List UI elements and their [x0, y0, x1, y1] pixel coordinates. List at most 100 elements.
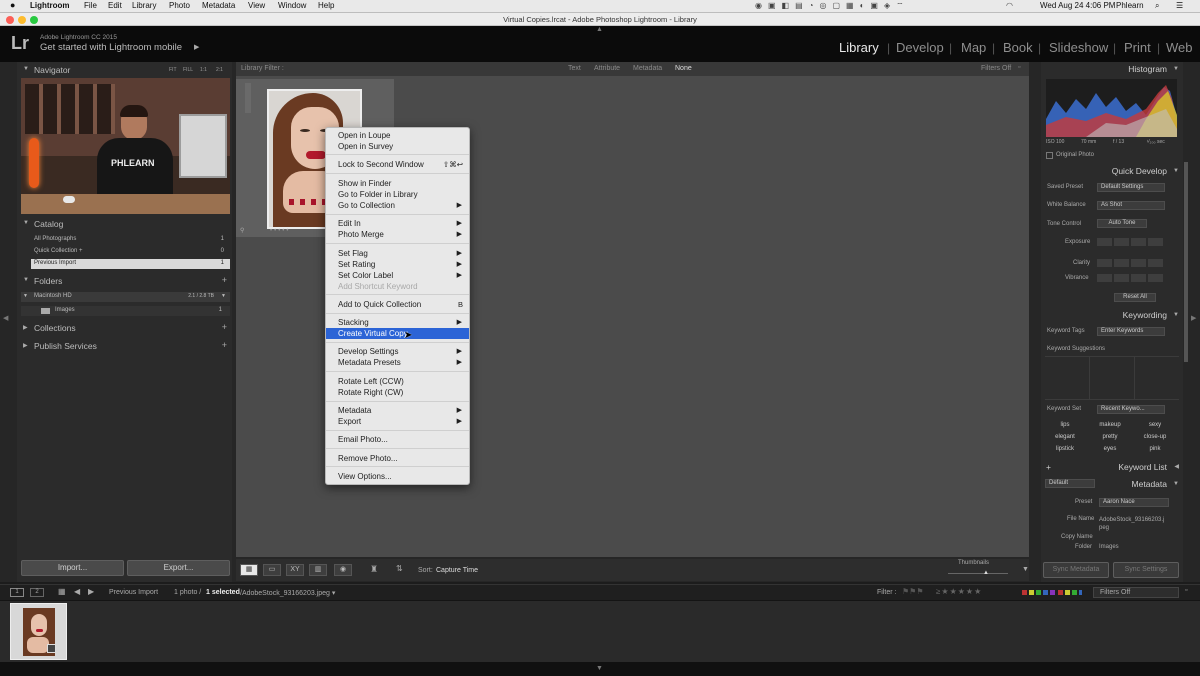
reset-all-button[interactable]: Reset All — [1114, 293, 1156, 302]
filter-none[interactable]: None — [675, 65, 692, 72]
right-panel-toggle-icon[interactable]: ▶ — [1191, 314, 1196, 322]
catalog-item[interactable]: Quick Collection + 0 — [17, 247, 232, 257]
menu-remove-photo[interactable]: Remove Photo... — [326, 453, 469, 464]
forward-arrow-icon[interactable]: ▶ — [88, 587, 94, 596]
menu-show-in-finder[interactable]: Show in Finder — [326, 178, 469, 189]
menu-metadata[interactable]: Metadata — [202, 1, 235, 10]
original-photo-checkbox[interactable] — [1046, 152, 1053, 159]
wifi-icon[interactable]: ◠ — [1006, 1, 1013, 10]
catalog-header[interactable]: ▼ Catalog — [17, 217, 232, 232]
notification-icon[interactable]: ☰ — [1176, 1, 1183, 10]
menu-metadata[interactable]: Metadata ▶ — [326, 405, 469, 416]
menu-view[interactable]: View — [248, 1, 265, 10]
volume-dropdown-icon[interactable]: ▼ — [221, 293, 226, 299]
compare-view-button[interactable]: XY — [286, 564, 304, 576]
keyword-pink[interactable]: pink — [1135, 446, 1175, 452]
catalog-item-selected[interactable]: Previous Import 1 — [31, 259, 230, 269]
keyword-pretty[interactable]: pretty — [1090, 434, 1130, 440]
apple-menu-icon[interactable]: ● — [10, 0, 15, 10]
quick-develop-header[interactable]: Quick Develop ▼ — [1041, 164, 1183, 178]
menu-export[interactable]: Export ▶ — [326, 416, 469, 427]
module-library[interactable]: Library — [839, 40, 879, 55]
bottom-collapse-icon[interactable]: ▼ — [596, 665, 603, 672]
menu-edit[interactable]: Edit — [108, 1, 122, 10]
volume-row[interactable]: ▼ Macintosh HD 2.1 / 2.8 TB ▼ — [21, 292, 230, 302]
keyword-suggestions-grid[interactable] — [1045, 356, 1179, 400]
grid-shortcut-icon[interactable]: ▦ — [58, 587, 66, 596]
module-develop[interactable]: Develop — [896, 40, 944, 55]
clock[interactable]: Wed Aug 24 4:06 PM — [1040, 1, 1115, 10]
menu-view-options[interactable]: View Options... — [326, 471, 469, 482]
toolbar-menu-icon[interactable]: ▼ — [1022, 566, 1029, 573]
menu-photo[interactable]: Photo — [169, 1, 190, 10]
loupe-view-button[interactable]: ▭ — [263, 564, 281, 576]
menu-photo-merge[interactable]: Photo Merge ▶ — [326, 229, 469, 240]
menu-set-rating[interactable]: Set Rating ▶ — [326, 259, 469, 270]
menu-add-to-quick-collection[interactable]: Add to Quick Collection B — [326, 299, 469, 310]
menu-window[interactable]: Window — [278, 1, 306, 10]
filmstrip-source[interactable]: Previous Import — [109, 589, 158, 596]
sort-dropdown[interactable]: Capture Time — [436, 567, 478, 574]
keyword-close-up[interactable]: close-up — [1135, 434, 1175, 440]
export-button[interactable]: Export... — [127, 560, 230, 576]
menu-email-photo[interactable]: Email Photo... — [326, 434, 469, 445]
metadata-preset-select[interactable]: Aaron Nace — [1099, 498, 1169, 507]
minimize-window-button[interactable] — [18, 16, 26, 24]
folder-item[interactable]: Images 1 — [21, 306, 230, 316]
metadata-view-select[interactable]: Default — [1045, 479, 1095, 488]
keyword-sexy[interactable]: sexy — [1135, 422, 1175, 428]
navigator-header[interactable]: ▼ Navigator FIT FILL 1:1 2:1 — [17, 63, 232, 78]
folder-value[interactable]: Images — [1099, 544, 1119, 550]
right-panel-scrollbar[interactable] — [1184, 162, 1188, 362]
keyword-elegant[interactable]: elegant — [1045, 434, 1085, 440]
vibrance-steppers[interactable] — [1097, 274, 1165, 282]
histogram-chart[interactable] — [1046, 79, 1177, 137]
metadata-header[interactable]: Default Metadata ▼ — [1041, 477, 1183, 491]
keyword-set-select[interactable]: Recent Keywo... — [1097, 405, 1165, 414]
menu-edit-in[interactable]: Edit In ▶ — [326, 218, 469, 229]
menu-help[interactable]: Help — [318, 1, 334, 10]
clarity-steppers[interactable] — [1097, 259, 1165, 267]
keyword-makeup[interactable]: makeup — [1090, 422, 1130, 428]
mobile-tagline[interactable]: Get started with Lightroom mobile — [40, 42, 182, 53]
thumbnail-size-slider[interactable] — [948, 573, 1008, 574]
spotlight-icon[interactable]: ⌕ — [1155, 1, 1159, 11]
add-collection-icon[interactable]: + — [222, 322, 227, 332]
module-web[interactable]: Web — [1166, 40, 1193, 55]
filter-metadata[interactable]: Metadata — [633, 65, 662, 72]
zoom-fill[interactable]: FILL — [183, 67, 193, 73]
zoom-1-1[interactable]: 1:1 — [200, 67, 207, 73]
flag-filter-icons[interactable]: ⚑⚑⚑ — [902, 587, 924, 596]
menu-create-virtual-copy[interactable]: Create Virtual Copy — [326, 328, 469, 339]
keyword-eyes[interactable]: eyes — [1090, 446, 1130, 452]
menu-develop-settings[interactable]: Develop Settings ▶ — [326, 346, 469, 357]
add-keyword-icon[interactable]: + — [1046, 460, 1051, 474]
rating-dots[interactable]: ••••• — [270, 228, 291, 234]
people-view-button[interactable]: ◉ — [334, 564, 352, 576]
selected-filename[interactable]: /AdobeStock_93166203.jpeg ▾ — [240, 589, 335, 597]
tagline-arrow-icon[interactable]: ▶ — [194, 43, 199, 51]
grid-view-button[interactable]: ▦ — [240, 564, 258, 576]
module-map[interactable]: Map — [961, 40, 986, 55]
screen-1-button[interactable]: 1 — [10, 588, 24, 597]
filmstrip-thumbnail[interactable] — [10, 603, 67, 660]
keyword-lips[interactable]: lips — [1045, 422, 1085, 428]
add-publish-service-icon[interactable]: + — [222, 340, 227, 350]
lock-icon[interactable]: ▫ — [1018, 64, 1020, 71]
histogram-header[interactable]: Histogram ▼ — [1041, 62, 1183, 76]
white-balance-select[interactable]: As Shot — [1097, 201, 1165, 210]
module-book[interactable]: Book — [1003, 40, 1033, 55]
import-button[interactable]: Import... — [21, 560, 124, 576]
module-print[interactable]: Print — [1124, 40, 1151, 55]
sort-direction-icon[interactable]: ⇅ — [396, 564, 403, 573]
zoom-2-1[interactable]: 2:1 — [216, 67, 223, 73]
survey-view-button[interactable]: ▥ — [309, 564, 327, 576]
status-icons[interactable]: ◉▣◧▤◔◎▢▦◐▣◈⌔ — [755, 1, 910, 11]
filters-off-dropdown[interactable]: Filters Off — [981, 65, 1011, 72]
module-slideshow[interactable]: Slideshow — [1049, 40, 1108, 55]
filter-attribute[interactable]: Attribute — [594, 65, 620, 72]
menu-go-to-folder[interactable]: Go to Folder in Library — [326, 189, 469, 200]
filters-off-select[interactable]: Filters Off — [1093, 587, 1179, 598]
menu-go-to-collection[interactable]: Go to Collection ▶ — [326, 200, 469, 211]
star-rating-filter[interactable]: ≥★★★★★ — [936, 587, 982, 596]
